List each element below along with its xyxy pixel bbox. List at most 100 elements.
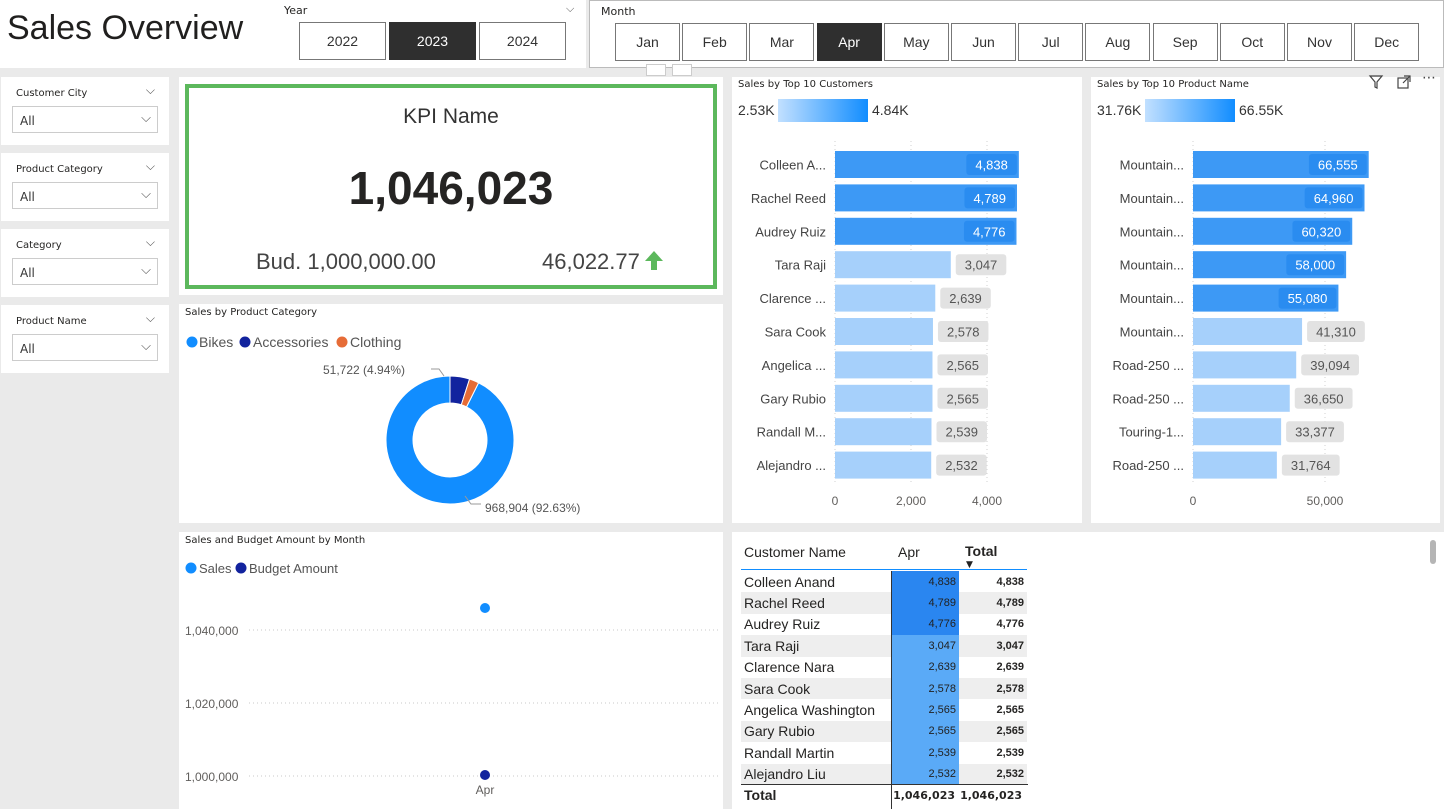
data-label: 66,555 (1318, 158, 1358, 173)
data-label-accessories: 51,722 (4.94%) (323, 363, 405, 377)
month-jan-button[interactable]: Jan (615, 23, 680, 61)
month-oct-button[interactable]: Oct (1219, 23, 1285, 61)
month-nov-button[interactable]: Nov (1287, 23, 1352, 61)
table-row[interactable]: Rachel Reed 4,789 4,789 (741, 592, 1027, 614)
filter-icon[interactable] (1368, 74, 1384, 90)
filter-label: Category (16, 240, 62, 251)
dropdown-value: All (20, 342, 35, 356)
month-jul-button[interactable]: Jul (1018, 23, 1084, 61)
table-row[interactable]: Tara Raji 3,047 3,047 (741, 635, 1027, 657)
data-label-bikes: 968,904 (92.63%) (485, 501, 580, 515)
vertical-scrollbar[interactable] (1430, 540, 1436, 564)
cell-total-value: 4,776 (996, 618, 1024, 631)
table-row[interactable]: Gary Rubio 2,565 2,565 (741, 720, 1027, 743)
kpi-name: KPI Name (403, 105, 499, 128)
data-label: 31,764 (1291, 458, 1331, 473)
month-sep-button[interactable]: Sep (1152, 23, 1218, 61)
chevron-up-icon[interactable]: ⌵ (146, 311, 155, 326)
table-row[interactable]: Audrey Ruiz 4,776 4,776 (741, 613, 1027, 636)
data-label: 2,532 (945, 458, 978, 473)
chevron-down-icon: ⌵ (141, 111, 151, 126)
chevron-up-icon[interactable]: ⌵ (146, 159, 155, 174)
copy-icon[interactable] (672, 64, 692, 76)
chevron-up-icon[interactable]: ⌵ (146, 83, 155, 98)
month-may-button[interactable]: May (883, 23, 949, 61)
bar (1193, 318, 1303, 345)
cell-total-value: 4,838 (996, 575, 1024, 588)
up-arrow-icon (645, 251, 663, 270)
y-tick-label: 1,000,000 (185, 770, 239, 784)
cell-month-value: 4,789 (890, 592, 959, 614)
product-category-dropdown[interactable]: All ⌵ (12, 182, 158, 209)
data-label: 58,000 (1295, 258, 1335, 273)
category-label: Mountain... (1120, 258, 1184, 273)
customer-city-dropdown[interactable]: All ⌵ (12, 106, 158, 133)
cell-total-value: 2,578 (959, 677, 1027, 700)
pin-icon[interactable] (646, 64, 666, 76)
month-jun-button[interactable]: Jun (951, 23, 1016, 61)
legend-marker-bikes (186, 336, 198, 348)
cell-total-value: 2,639 (996, 661, 1024, 674)
data-label: 2,539 (945, 425, 978, 440)
table-row[interactable]: Angelica Washington 2,565 2,565 (741, 699, 1027, 721)
data-label: 33,377 (1295, 425, 1335, 440)
legend-marker-accessories (239, 336, 251, 348)
column-header-month[interactable]: Apr (898, 544, 920, 560)
monthly-visual[interactable]: Sales and Budget Amount by Month Sales B… (179, 532, 723, 809)
cell-customer-name: Audrey Ruiz (744, 616, 821, 633)
cell-total-value: 2,565 (959, 720, 1027, 743)
cell-month-value: 2,565 (890, 699, 959, 721)
month-feb-button[interactable]: Feb (682, 23, 748, 61)
data-label: 2,565 (946, 358, 979, 373)
dropdown-value: All (20, 114, 35, 128)
year-2024-button[interactable]: 2024 (479, 22, 566, 60)
column-header-customer[interactable]: Customer Name (744, 544, 846, 560)
customers-bar-chart: 0 2,000 4,000 Colleen A... 4,838 Rachel Reed 4… (751, 141, 1019, 508)
category-label: Road-250 ... (1112, 391, 1184, 406)
category-dropdown[interactable]: All ⌵ (12, 258, 158, 285)
legend-marker-clothing (336, 336, 348, 348)
year-2022-button[interactable]: 2022 (299, 22, 386, 60)
category-label: Alejandro ... (757, 458, 826, 473)
product-name-dropdown[interactable]: All ⌵ (12, 334, 158, 361)
legend-label-accessories: Accessories (253, 334, 328, 350)
category-label: Rachel Reed (751, 191, 826, 206)
more-options-icon[interactable]: ⋯ (1422, 70, 1436, 86)
focus-mode-icon[interactable] (1396, 74, 1412, 90)
chevron-up-icon[interactable]: ⌵ (146, 235, 155, 250)
kpi-card[interactable]: KPI Name 1,046,023 Bud. 1,000,000.00 46,… (179, 77, 723, 295)
cell-month-value: 2,565 (890, 720, 959, 743)
title-bar: Sales Overview Year ⌵ 2022 2023 2024 (0, 0, 586, 68)
month-apr-button[interactable]: Apr (816, 23, 882, 61)
top-customers-visual[interactable]: Sales by Top 10 Customers 2.53K 4.84K 02… (732, 77, 1082, 523)
year-2023-button[interactable]: 2023 (389, 22, 476, 60)
bar (1193, 351, 1297, 379)
year-chevron-icon[interactable]: ⌵ (566, 2, 574, 16)
column-header-total[interactable]: Total (965, 543, 997, 559)
leader-line-small (431, 368, 445, 377)
bar (835, 351, 933, 379)
total-grand-value: 1,046,023 (960, 789, 1022, 802)
data-label: 36,650 (1304, 391, 1344, 406)
month-mar-button[interactable]: Mar (749, 23, 815, 61)
month-dec-button[interactable]: Dec (1354, 23, 1420, 61)
table-row[interactable]: Colleen Anand 4,838 4,838 (741, 571, 1027, 593)
bar (835, 318, 933, 345)
cell-customer-name: Clarence Nara (744, 659, 835, 676)
budget-point (480, 770, 490, 780)
data-label: 4,838 (975, 158, 1008, 173)
product-category-visual[interactable]: Sales by Product Category Bikes Accessor… (179, 304, 723, 523)
table-row[interactable]: Randall Martin 2,539 2,539 (741, 742, 1027, 764)
table-row[interactable]: Sara Cook 2,578 2,578 (741, 677, 1027, 700)
category-label: Road-250 ... (1112, 358, 1184, 373)
table-row[interactable]: Alejandro Liu 2,532 2,532 (741, 763, 1027, 785)
x-tick-label: 0 (1190, 494, 1197, 508)
table-row[interactable]: Clarence Nara 2,639 2,639 (741, 656, 1027, 678)
cell-total-value: 2,565 (996, 704, 1024, 717)
page-title: Sales Overview (7, 9, 244, 47)
filter-label: Product Name (16, 316, 87, 327)
month-aug-button[interactable]: Aug (1085, 23, 1151, 61)
top-products-visual[interactable]: Sales by Top 10 Product Name 31.76K 66.5… (1091, 77, 1440, 523)
bar (1193, 384, 1290, 412)
data-label: 2,565 (946, 391, 979, 406)
